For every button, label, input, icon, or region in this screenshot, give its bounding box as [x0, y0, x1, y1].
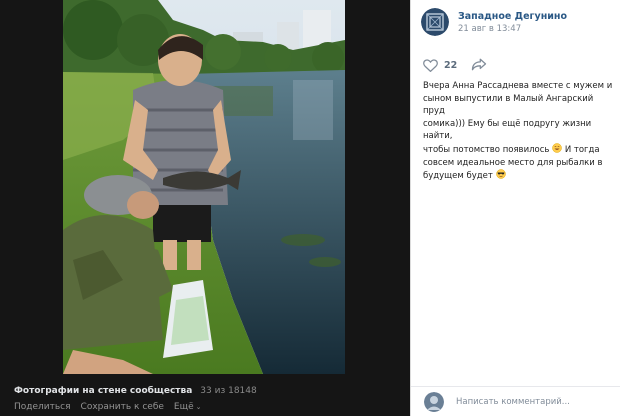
share-button[interactable]: [471, 56, 487, 75]
photo-viewer: Фотографии на стене сообщества 33 из 181…: [0, 0, 410, 416]
photo-counter: 33 из 18148: [200, 386, 257, 396]
comment-bar: [411, 386, 620, 416]
viewer-footer: Фотографии на стене сообщества 33 из 181…: [14, 386, 404, 412]
post-text: Вчера Анна Рассаднева вместе с мужем и с…: [423, 80, 615, 183]
post-photo[interactable]: [63, 0, 345, 374]
post-text-line: чтобы потомство появилось: [423, 144, 550, 155]
like-count: 22: [444, 60, 458, 71]
post-text-line: будущем будет: [423, 171, 493, 182]
share-link[interactable]: Поделиться: [14, 402, 71, 412]
post-text-line: сомика))) Ему бы ещё подругу жизни найти…: [423, 118, 592, 142]
post-panel: Западное Дегунино 21 авг в 13:47 22 Вчер…: [410, 0, 620, 416]
post-date[interactable]: 21 авг в 13:47: [458, 23, 567, 35]
heart-icon: [423, 59, 438, 72]
save-link[interactable]: Сохранить к себе: [81, 402, 164, 412]
smile-emoji-icon: [552, 143, 562, 153]
like-button[interactable]: 22: [423, 59, 457, 72]
post-text-line: И тогда: [562, 144, 600, 155]
post-text-line: Вчера Анна Рассаднева вместе с мужем и: [423, 81, 613, 91]
group-avatar[interactable]: [421, 8, 449, 36]
sunglasses-emoji-icon: [495, 169, 506, 179]
post-text-line: совсем идеальное место для рыбалки в: [423, 157, 603, 168]
post-actions: 22: [423, 56, 487, 75]
post-text-line: сыном выпустили в Малый Ангарский пруд: [423, 93, 594, 117]
more-link[interactable]: Ещё ⌄: [174, 402, 202, 412]
post-header: Западное Дегунино 21 авг в 13:47: [421, 8, 567, 36]
chevron-down-icon: ⌄: [195, 403, 202, 411]
share-arrow-icon: [472, 58, 487, 71]
user-avatar[interactable]: [424, 391, 444, 412]
more-label: Ещё: [173, 402, 194, 412]
album-title[interactable]: Фотографии на стене сообщества: [14, 386, 192, 396]
group-name[interactable]: Западное Дегунино: [458, 10, 567, 23]
comment-input[interactable]: [456, 396, 616, 407]
post-text-line-with-emoji: чтобы потомство появилось И тогда: [423, 143, 615, 157]
post-text-line-with-emoji: будущем будет: [423, 169, 615, 183]
